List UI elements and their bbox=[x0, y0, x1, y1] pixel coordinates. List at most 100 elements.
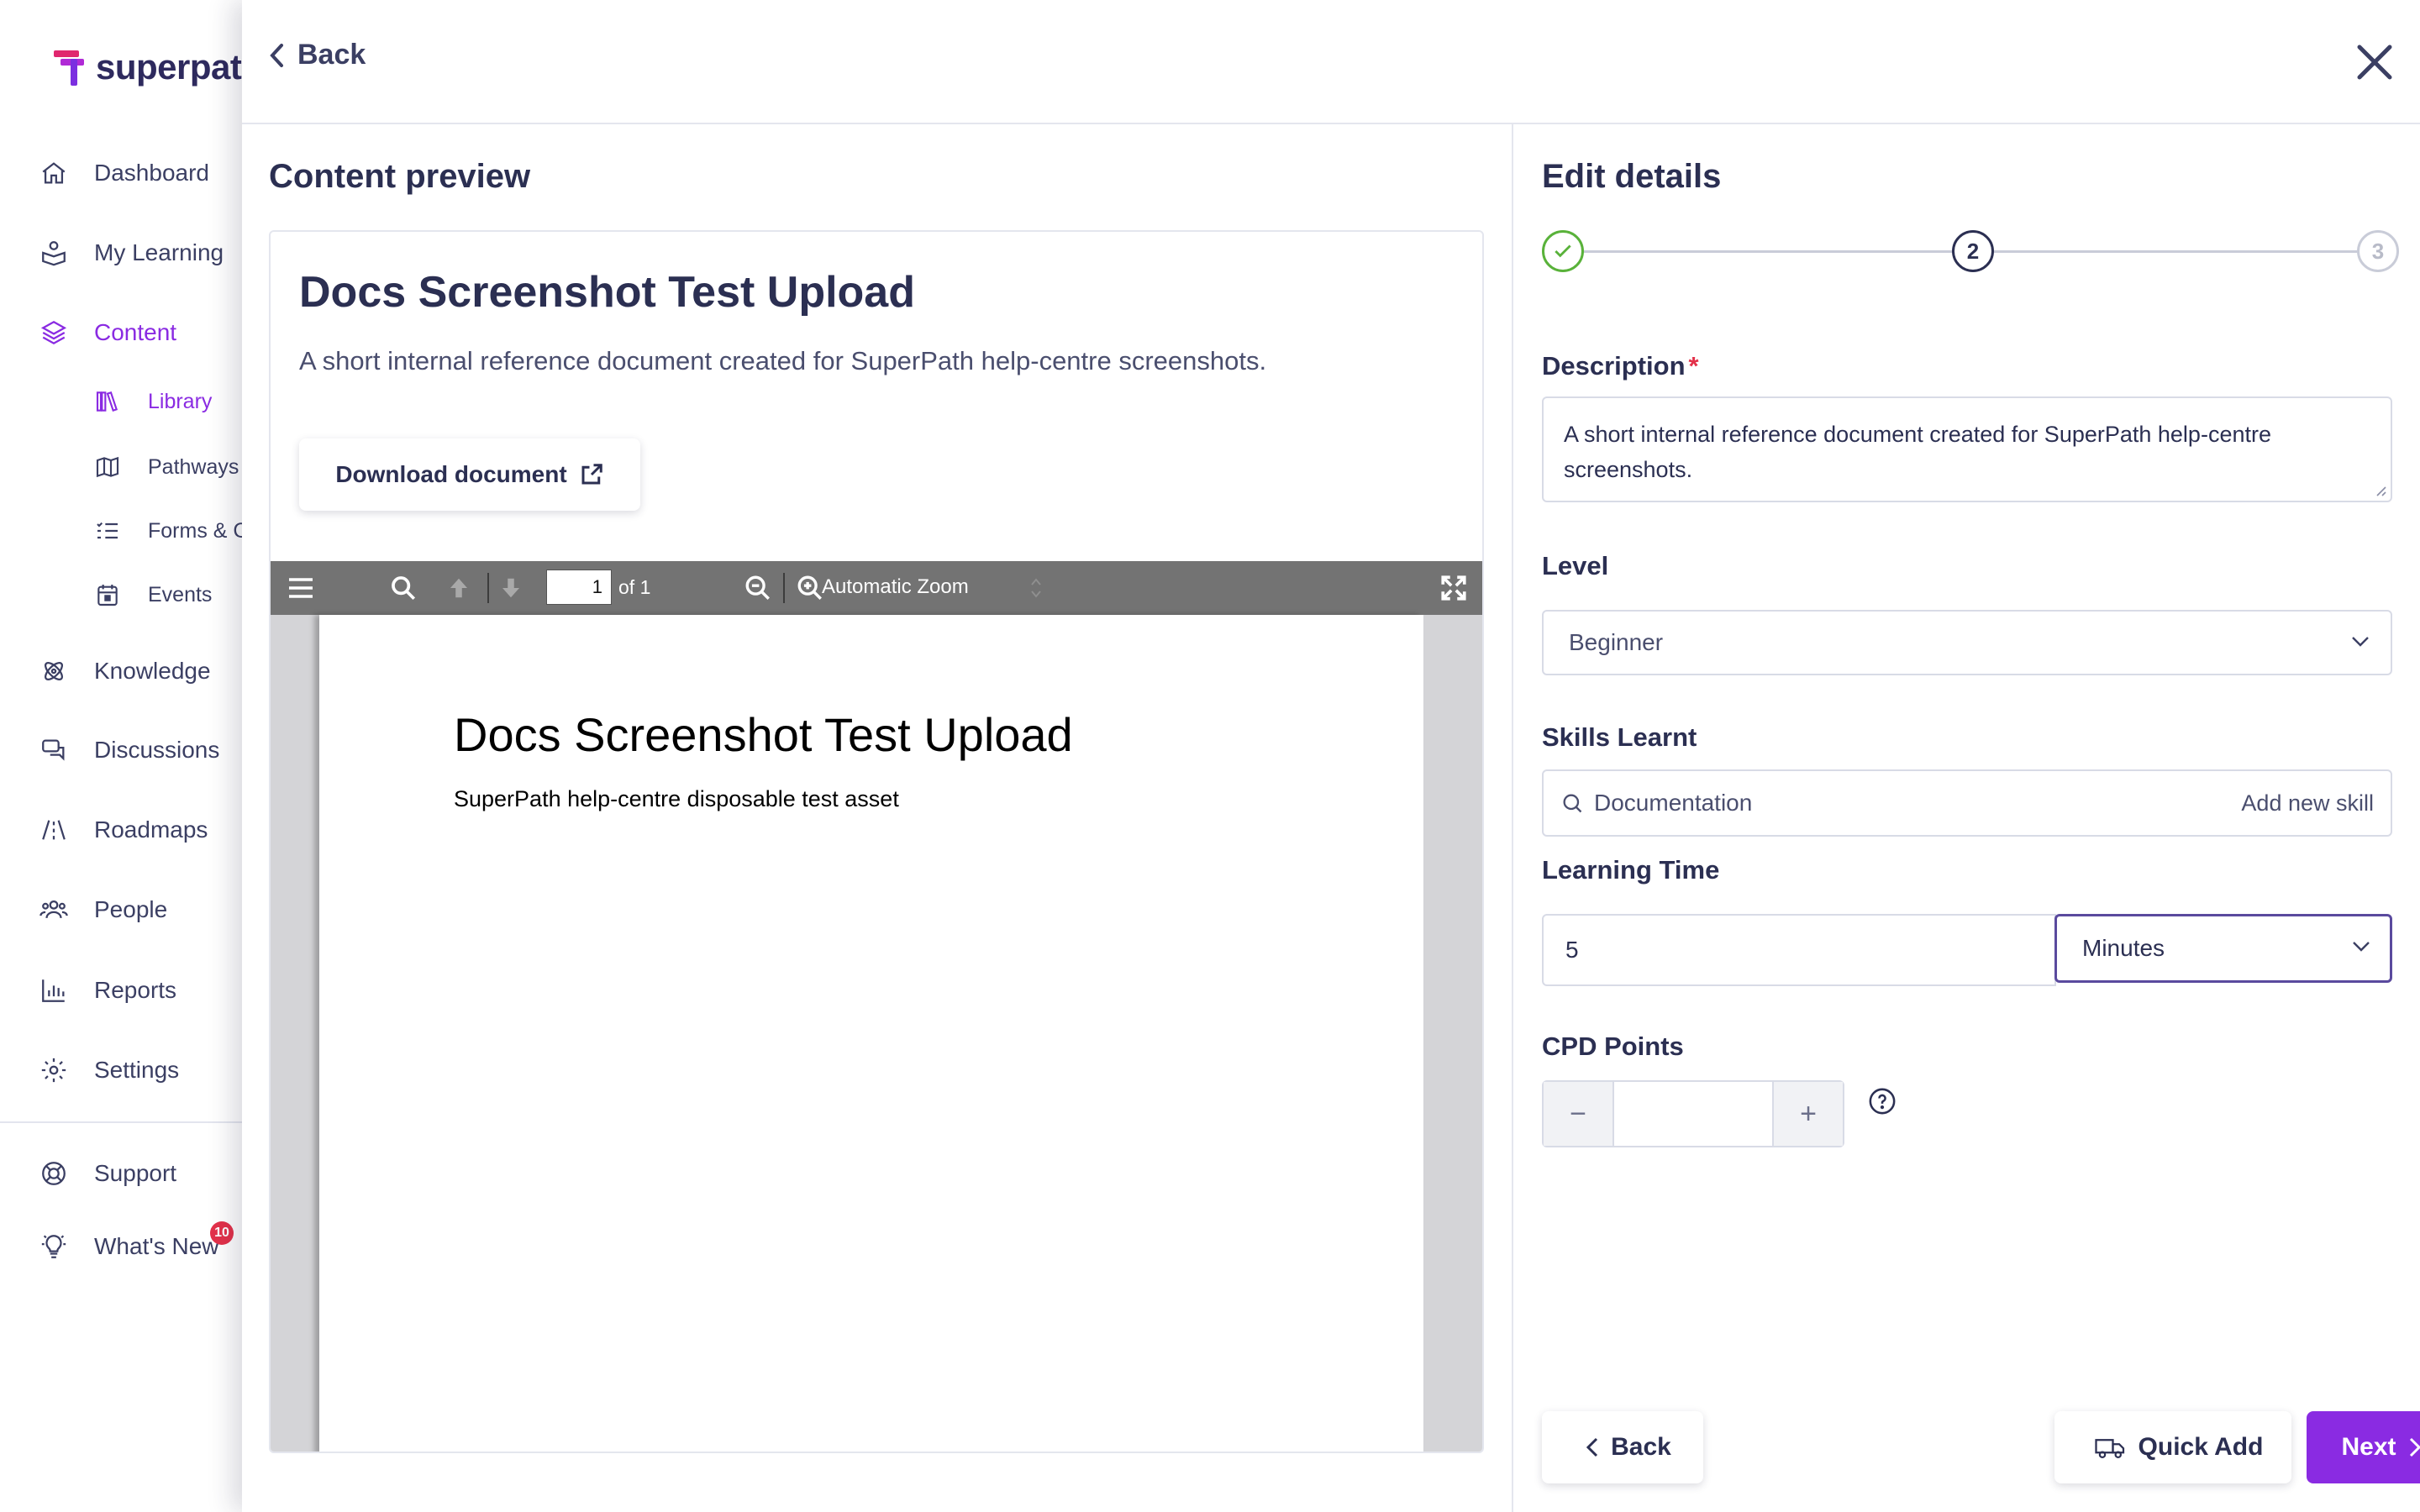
step-3-upcoming: 3 bbox=[2357, 230, 2399, 272]
help-icon[interactable] bbox=[1868, 1087, 1897, 1116]
next-page-button[interactable] bbox=[494, 571, 528, 605]
quick-add-button[interactable]: Quick Add bbox=[2054, 1411, 2291, 1483]
pdf-search-button[interactable] bbox=[387, 571, 420, 605]
header-back-button[interactable]: Back bbox=[267, 39, 366, 71]
chevron-left-icon bbox=[270, 43, 283, 67]
bar-chart-icon bbox=[37, 974, 71, 1007]
sidebar-item-label: Discussions bbox=[94, 737, 220, 763]
sidebar: superpath Dashboard My Learning Content … bbox=[0, 0, 263, 1512]
search-icon bbox=[1563, 794, 1582, 813]
cpd-points-stepper: − + bbox=[1542, 1080, 1844, 1147]
level-value: Beginner bbox=[1569, 629, 1664, 655]
quick-add-label: Quick Add bbox=[2138, 1433, 2264, 1461]
sidebar-subitem-label: Pathways bbox=[148, 454, 239, 479]
sidebar-item-my-learning[interactable]: My Learning bbox=[37, 228, 224, 278]
map-icon bbox=[92, 452, 123, 482]
sidebar-item-support[interactable]: Support bbox=[37, 1148, 176, 1199]
learning-time-label: Learning Time bbox=[1542, 855, 1720, 885]
expand-icon bbox=[1441, 575, 1466, 601]
sidebar-subitem-label: Forms & C bbox=[148, 518, 249, 543]
sidebar-item-label: People bbox=[94, 896, 168, 922]
sidebar-item-reports[interactable]: Reports bbox=[37, 965, 176, 1016]
chat-icon bbox=[37, 733, 71, 767]
zoom-out-button[interactable] bbox=[741, 571, 775, 605]
notification-badge: 10 bbox=[210, 1221, 234, 1245]
arrow-down-icon bbox=[502, 578, 519, 598]
sidebar-item-content[interactable]: Content bbox=[37, 307, 176, 358]
time-unit-select[interactable]: Minutes bbox=[2054, 914, 2392, 983]
pdf-page: Docs Screenshot Test Upload SuperPath he… bbox=[319, 615, 1423, 1452]
previous-page-button[interactable] bbox=[442, 571, 476, 605]
level-label: Level bbox=[1542, 551, 1609, 580]
pdf-toolbar: 1 of 1 Automatic Zoom bbox=[271, 561, 1482, 615]
content-preview-title: Content preview bbox=[269, 158, 531, 195]
sidebar-item-whats-new[interactable]: What's New bbox=[37, 1221, 219, 1272]
header-back-label: Back bbox=[297, 39, 366, 71]
learning-icon bbox=[37, 236, 71, 270]
sidebar-item-label: Roadmaps bbox=[94, 816, 208, 843]
download-document-button[interactable]: Download document bbox=[299, 438, 640, 511]
sidebar-item-discussions[interactable]: Discussions bbox=[37, 725, 219, 775]
layers-icon bbox=[37, 316, 71, 349]
sidebar-item-label: Settings bbox=[94, 1057, 180, 1083]
sidebar-item-people[interactable]: People bbox=[37, 885, 167, 935]
sidebar-subitem-library[interactable]: Library bbox=[92, 378, 212, 425]
list-icon bbox=[92, 516, 123, 546]
sidebar-subitem-events[interactable]: Events bbox=[92, 571, 212, 618]
resize-grip-icon[interactable] bbox=[2372, 482, 2387, 497]
superpath-logo[interactable]: superpath bbox=[52, 47, 263, 87]
time-unit-value: Minutes bbox=[2082, 935, 2165, 961]
sidebar-subitem-label: Library bbox=[148, 389, 213, 413]
level-select[interactable]: Beginner bbox=[1542, 610, 2392, 675]
check-icon bbox=[1555, 244, 1571, 258]
chevron-down-icon bbox=[2352, 637, 2369, 647]
sidebar-toggle-button[interactable] bbox=[284, 571, 318, 605]
add-new-skill-button[interactable]: Add new skill bbox=[2241, 790, 2374, 816]
search-icon bbox=[392, 576, 416, 601]
edit-details-section: Edit details 2 3 Description * A short in… bbox=[1515, 124, 2420, 1512]
cpd-points-input[interactable] bbox=[1612, 1082, 1774, 1146]
skills-search-field[interactable]: Documentation Add new skill bbox=[1542, 769, 2392, 837]
back-button[interactable]: Back bbox=[1542, 1411, 1703, 1483]
pdf-viewport[interactable]: Docs Screenshot Test Upload SuperPath he… bbox=[271, 615, 1482, 1452]
sidebar-subitem-label: Events bbox=[148, 582, 213, 606]
zoom-select[interactable]: Automatic Zoom bbox=[822, 575, 969, 599]
lifebuoy-icon bbox=[37, 1157, 71, 1190]
page-number-input[interactable]: 1 bbox=[546, 570, 612, 605]
sidebar-item-label: What's New bbox=[94, 1233, 219, 1259]
sidebar-item-label: Dashboard bbox=[94, 160, 209, 186]
cpd-increment-button[interactable]: + bbox=[1774, 1082, 1843, 1146]
calendar-icon bbox=[92, 580, 123, 610]
panel-topbar: Back bbox=[242, 0, 2420, 124]
home-icon bbox=[37, 156, 71, 190]
sidebar-subitem-forms[interactable]: Forms & C bbox=[92, 507, 248, 554]
sidebar-divider bbox=[0, 1121, 252, 1123]
next-button[interactable]: Next bbox=[2307, 1411, 2420, 1483]
sidebar-item-label: Reports bbox=[94, 977, 177, 1003]
sidebar-item-label: Support bbox=[94, 1160, 177, 1186]
cpd-decrement-button[interactable]: − bbox=[1544, 1082, 1612, 1146]
preview-card: Docs Screenshot Test Upload A short inte… bbox=[269, 230, 1484, 1453]
road-icon bbox=[37, 813, 71, 847]
updown-caret-icon bbox=[1031, 578, 1041, 598]
chevron-right-icon bbox=[2409, 1437, 2420, 1457]
content-preview-section: Content preview Docs Screenshot Test Upl… bbox=[242, 124, 1513, 1512]
edit-content-panel: Back Content preview Docs Screenshot Tes… bbox=[242, 0, 2420, 1512]
stepper-line bbox=[1582, 250, 1954, 253]
stepper-line bbox=[1994, 250, 2364, 253]
progress-stepper: 2 3 bbox=[1542, 230, 2399, 272]
sidebar-item-roadmaps[interactable]: Roadmaps bbox=[37, 805, 208, 855]
sidebar-subitem-pathways[interactable]: Pathways bbox=[92, 444, 239, 491]
fullscreen-button[interactable] bbox=[1437, 571, 1470, 605]
skills-input[interactable]: Documentation bbox=[1594, 790, 2241, 816]
sidebar-item-dashboard[interactable]: Dashboard bbox=[37, 148, 209, 198]
description-textarea[interactable]: A short internal reference document crea… bbox=[1542, 396, 2392, 502]
sidebar-item-knowledge[interactable]: Knowledge bbox=[37, 646, 211, 696]
close-button[interactable] bbox=[2349, 37, 2400, 87]
sidebar-item-settings[interactable]: Settings bbox=[37, 1045, 179, 1095]
chevron-left-icon bbox=[1586, 1437, 1598, 1457]
learning-time-input[interactable]: 5 bbox=[1542, 914, 2056, 986]
lightbulb-icon bbox=[37, 1230, 71, 1263]
sidebar-item-label: Knowledge bbox=[94, 658, 211, 684]
chevron-down-icon bbox=[2353, 942, 2370, 952]
